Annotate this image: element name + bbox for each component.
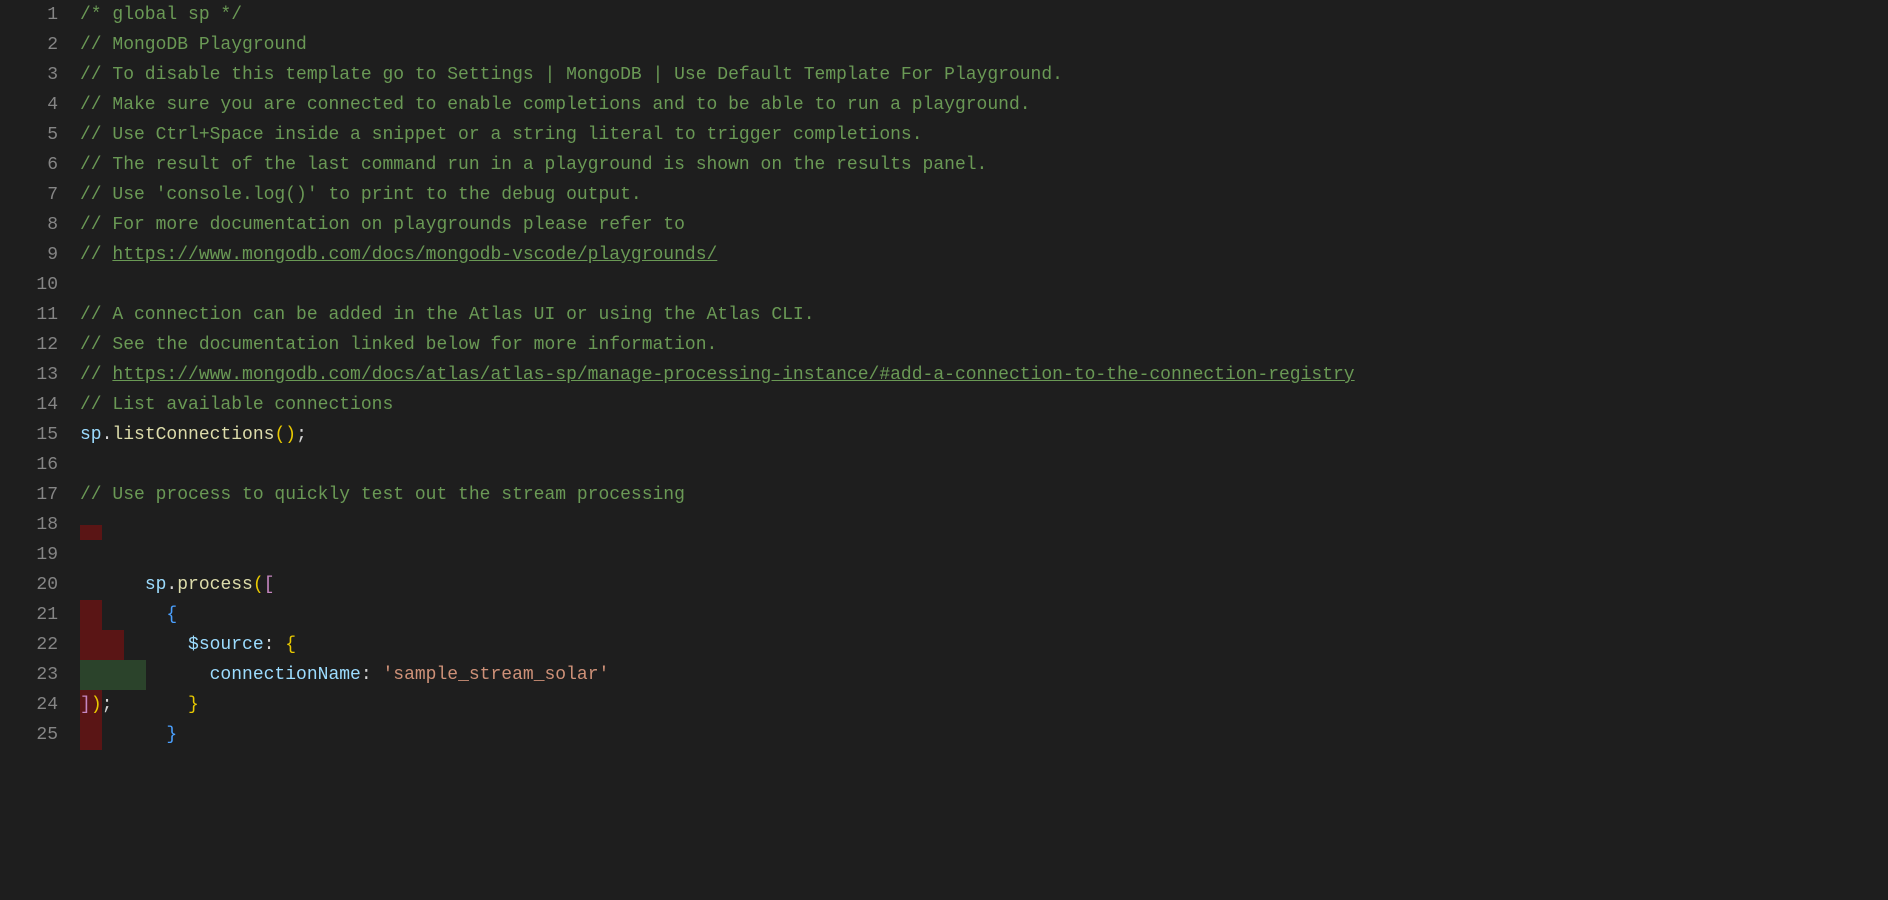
identifier: sp	[80, 425, 102, 445]
brace: }	[166, 725, 177, 745]
line-number: 1	[0, 0, 58, 30]
string-literal: 'sample_stream_solar'	[382, 665, 609, 685]
punct: ;	[102, 695, 113, 715]
comment: // A connection can be added in the Atla…	[80, 305, 815, 325]
line-number: 6	[0, 150, 58, 180]
code-line[interactable]: // Use process to quickly test out the s…	[80, 480, 1888, 510]
paren: ()	[274, 425, 296, 445]
line-number: 10	[0, 270, 58, 300]
code-line[interactable]	[80, 720, 1888, 750]
line-number: 15	[0, 420, 58, 450]
line-number-gutter: 1 2 3 4 5 6 7 8 9 10 11 12 13 14 15 16 1…	[0, 0, 80, 900]
code-line[interactable]	[80, 270, 1888, 300]
paren: )	[91, 695, 102, 715]
code-line[interactable]: // https://www.mongodb.com/docs/atlas/at…	[80, 360, 1888, 390]
line-number: 16	[0, 450, 58, 480]
brace: {	[166, 605, 177, 625]
code-line[interactable]: // Make sure you are connected to enable…	[80, 90, 1888, 120]
comment: // Make sure you are connected to enable…	[80, 95, 1031, 115]
indent	[145, 605, 167, 625]
line-number: 21	[0, 600, 58, 630]
code-line[interactable]: // Use 'console.log()' to print to the d…	[80, 180, 1888, 210]
comment: // For more documentation on playgrounds…	[80, 215, 685, 235]
bracket: ]	[80, 695, 91, 715]
code-line[interactable]: {	[80, 540, 1888, 570]
comment: // MongoDB Playground	[80, 35, 307, 55]
line-number: 5	[0, 120, 58, 150]
comment: //	[80, 365, 112, 385]
code-line[interactable]: sp.process([	[80, 510, 1888, 540]
indent	[145, 695, 188, 715]
line-number: 20	[0, 570, 58, 600]
paren: (	[253, 575, 264, 595]
line-number: 19	[0, 540, 58, 570]
fn-call: process	[177, 575, 253, 595]
indent	[145, 665, 210, 685]
code-line[interactable]: // To disable this template go to Settin…	[80, 60, 1888, 90]
bracket: [	[264, 575, 275, 595]
line-number: 4	[0, 90, 58, 120]
comment: // See the documentation linked below fo…	[80, 335, 717, 355]
object-key: $source	[188, 635, 264, 655]
brace: {	[285, 635, 296, 655]
line-number: 23	[0, 660, 58, 690]
comment: // List available connections	[80, 395, 393, 415]
code-line[interactable]: ]);	[80, 690, 1888, 720]
indent	[145, 635, 188, 655]
code-line[interactable]	[80, 450, 1888, 480]
fn-call: listConnections	[112, 425, 274, 445]
object-key: connectionName	[210, 665, 361, 685]
line-number: 2	[0, 30, 58, 60]
line-number: 7	[0, 180, 58, 210]
code-line[interactable]: // https://www.mongodb.com/docs/mongodb-…	[80, 240, 1888, 270]
punct: .	[102, 425, 113, 445]
identifier: sp	[145, 575, 167, 595]
code-line[interactable]: $source: {	[80, 570, 1888, 600]
line-number: 8	[0, 210, 58, 240]
code-line[interactable]: /* global sp */	[80, 0, 1888, 30]
line-number: 22	[0, 630, 58, 660]
code-line[interactable]: // For more documentation on playgrounds…	[80, 210, 1888, 240]
code-line[interactable]: // A connection can be added in the Atla…	[80, 300, 1888, 330]
comment: /* global sp */	[80, 5, 242, 25]
line-number: 18	[0, 510, 58, 540]
line-number: 17	[0, 480, 58, 510]
comment: // Use 'console.log()' to print to the d…	[80, 185, 642, 205]
line-number: 25	[0, 720, 58, 750]
code-line[interactable]: // MongoDB Playground	[80, 30, 1888, 60]
line-number: 3	[0, 60, 58, 90]
comment-link[interactable]: https://www.mongodb.com/docs/mongodb-vsc…	[112, 245, 717, 265]
comment: // The result of the last command run in…	[80, 155, 987, 175]
punct: :	[361, 665, 383, 685]
punct: ;	[296, 425, 307, 445]
code-line[interactable]: }	[80, 630, 1888, 660]
punct: .	[166, 575, 177, 595]
diff-removed-marker	[80, 525, 102, 540]
code-area[interactable]: /* global sp */ // MongoDB Playground //…	[80, 0, 1888, 900]
comment: // Use process to quickly test out the s…	[80, 485, 685, 505]
comment-link[interactable]: https://www.mongodb.com/docs/atlas/atlas…	[112, 365, 1354, 385]
comment: //	[80, 245, 112, 265]
line-number: 24	[0, 690, 58, 720]
line-number: 11	[0, 300, 58, 330]
code-editor[interactable]: 1 2 3 4 5 6 7 8 9 10 11 12 13 14 15 16 1…	[0, 0, 1888, 900]
line-number: 12	[0, 330, 58, 360]
code-line[interactable]: connectionName: 'sample_stream_solar'	[80, 600, 1888, 630]
punct: :	[264, 635, 286, 655]
comment: // Use Ctrl+Space inside a snippet or a …	[80, 125, 923, 145]
code-line[interactable]: // Use Ctrl+Space inside a snippet or a …	[80, 120, 1888, 150]
line-number: 9	[0, 240, 58, 270]
code-line[interactable]: sp.listConnections();	[80, 420, 1888, 450]
line-number: 14	[0, 390, 58, 420]
line-number: 13	[0, 360, 58, 390]
code-line[interactable]: // See the documentation linked below fo…	[80, 330, 1888, 360]
code-line[interactable]: // List available connections	[80, 390, 1888, 420]
indent	[145, 725, 167, 745]
brace: }	[188, 695, 199, 715]
comment: // To disable this template go to Settin…	[80, 65, 1063, 85]
code-line[interactable]: // The result of the last command run in…	[80, 150, 1888, 180]
